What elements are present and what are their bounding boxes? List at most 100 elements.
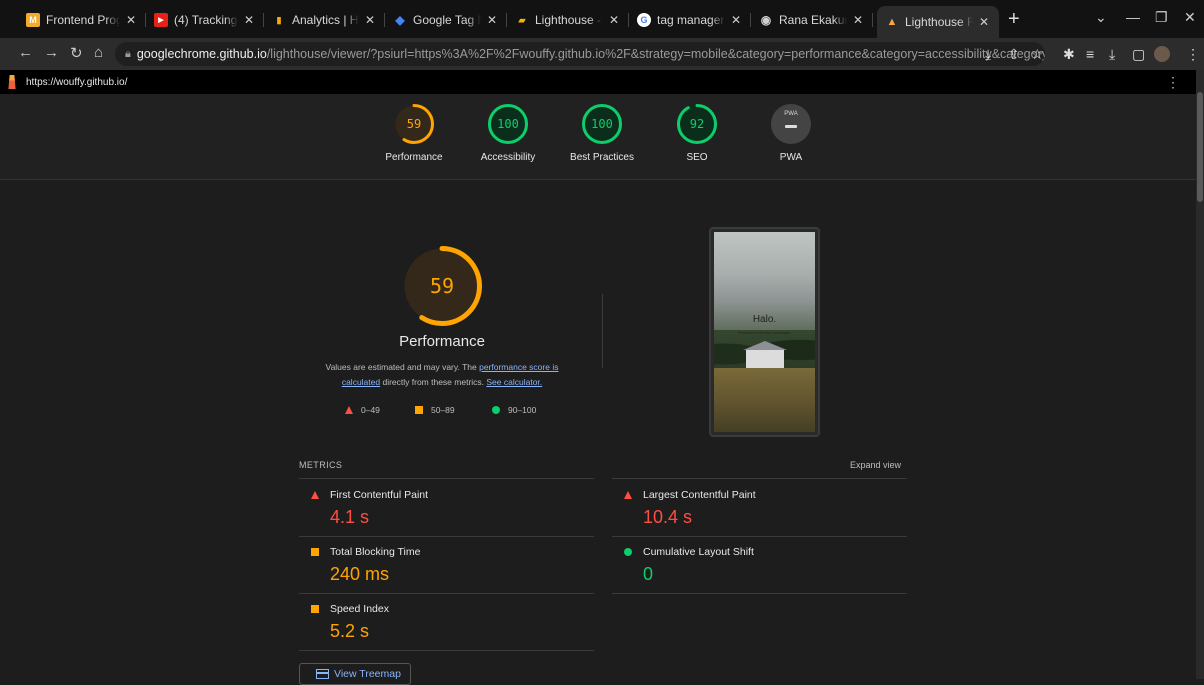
scrollbar-thumb[interactable] bbox=[1197, 92, 1203, 202]
gauge-label: Performance bbox=[385, 152, 443, 163]
performance-score: 59 bbox=[429, 274, 455, 298]
tab-rana[interactable]: ◉ Rana Ekakurnia | ✕ bbox=[751, 6, 873, 34]
view-treemap-label: View Treemap bbox=[334, 668, 401, 680]
tab-title: Google Tag Man bbox=[413, 13, 481, 27]
legend-label: 50–89 bbox=[431, 405, 455, 415]
metrics-header: METRICS Expand view bbox=[299, 460, 901, 474]
gauge-pwa[interactable]: PWA PWA bbox=[741, 104, 841, 163]
gauge-score: 59 bbox=[406, 117, 422, 131]
metric-name: Total Blocking Time bbox=[330, 546, 421, 558]
side-panel-icon[interactable]: ▢ bbox=[1132, 46, 1145, 63]
back-icon[interactable]: ← bbox=[18, 44, 33, 61]
gauge-seo[interactable]: 92 SEO bbox=[647, 104, 747, 163]
home-icon[interactable]: ⌂ bbox=[94, 44, 103, 61]
close-icon[interactable]: ✕ bbox=[729, 13, 743, 27]
tab-title: Analytics | Home bbox=[292, 13, 359, 27]
extensions-icon[interactable]: ✱ bbox=[1063, 46, 1075, 63]
share-icon[interactable]: ⇪ bbox=[1008, 46, 1020, 63]
view-treemap-button[interactable]: View Treemap bbox=[299, 663, 411, 685]
performance-title: Performance bbox=[399, 333, 485, 350]
legend-fail: 0–49 bbox=[345, 405, 380, 415]
reload-icon[interactable]: ↻ bbox=[70, 44, 83, 62]
tab-frontend[interactable]: M Frontend Progra ✕ bbox=[18, 6, 146, 34]
metric-first-contentful-paint: First Contentful Paint 4.1 s bbox=[299, 479, 594, 536]
gauge-best-practices[interactable]: 100 Best Practices bbox=[552, 104, 652, 163]
tab-title: Rana Ekakurnia | bbox=[779, 13, 847, 27]
metric-largest-contentful-paint: Largest Contentful Paint 10.4 s bbox=[612, 479, 907, 536]
metric-name: First Contentful Paint bbox=[330, 489, 429, 501]
expand-view-toggle[interactable]: Expand view bbox=[850, 460, 901, 470]
close-icon[interactable]: ✕ bbox=[977, 15, 991, 29]
toolbar: ← → ↻ ⌂ 🔒︎ googlechrome.github.io/lighth… bbox=[0, 38, 1204, 70]
reading-list-icon[interactable]: ≡ bbox=[1086, 46, 1094, 62]
fail-triangle-icon bbox=[345, 406, 353, 414]
gauge-score: 100 bbox=[497, 117, 519, 131]
tab-google-search[interactable]: G tag manager - G ✕ bbox=[629, 6, 751, 34]
close-icon[interactable]: ✕ bbox=[363, 13, 377, 27]
see-calculator-link[interactable]: See calculator. bbox=[486, 377, 542, 387]
desc-text: directly from these metrics. bbox=[380, 377, 487, 387]
close-icon[interactable]: ✕ bbox=[851, 13, 865, 27]
metric-cumulative-layout-shift: Cumulative Layout Shift 0 bbox=[612, 536, 907, 593]
metric-divider bbox=[299, 650, 594, 651]
screenshot-heading: Halo. bbox=[752, 314, 777, 325]
tab-youtube[interactable]: ▶ (4) Tracking Your ✕ bbox=[146, 6, 264, 34]
install-icon[interactable]: ⤓ bbox=[985, 46, 991, 63]
field-shape bbox=[714, 368, 815, 432]
close-icon[interactable]: ✕ bbox=[607, 13, 621, 27]
tab-title: Frontend Progra bbox=[46, 13, 120, 27]
chrome-menu-icon[interactable]: ⋮ bbox=[1186, 46, 1200, 63]
tab-title: Lighthouse - Chr bbox=[535, 13, 603, 27]
metric-value: 5.2 s bbox=[330, 621, 370, 641]
close-icon[interactable]: ✕ bbox=[242, 13, 256, 27]
tab-lighthouse-chrome[interactable]: ▰ Lighthouse - Chr ✕ bbox=[507, 6, 629, 34]
tag-manager-icon: ◆ bbox=[395, 13, 405, 27]
lighthouse-icon: ▲ bbox=[886, 16, 898, 28]
download-icon[interactable]: ⤓ bbox=[1109, 46, 1115, 63]
minimize-button[interactable]: — bbox=[1126, 9, 1140, 25]
lighthouse-icon: ▰ bbox=[518, 14, 526, 25]
final-screenshot[interactable]: Halo. Portfolio Front End Developer bbox=[709, 227, 820, 437]
lighthouse-logo-icon bbox=[8, 75, 16, 89]
average-square-icon bbox=[311, 605, 319, 613]
address-bar[interactable]: 🔒︎ googlechrome.github.io/lighthouse/vie… bbox=[115, 42, 1045, 66]
new-tab-button[interactable]: + bbox=[1008, 9, 1020, 29]
google-icon: G bbox=[637, 13, 651, 27]
metric-value: 4.1 s bbox=[330, 507, 370, 527]
tab-lighthouse-report[interactable]: ▲ Lighthouse Repo ✕ bbox=[877, 6, 999, 38]
lock-icon[interactable]: 🔒︎ bbox=[125, 48, 131, 61]
bookmark-star-icon[interactable]: ☆ bbox=[1031, 46, 1044, 63]
legend-label: 90–100 bbox=[508, 405, 537, 415]
page-scrollbar[interactable] bbox=[1196, 70, 1204, 679]
screenshot-image: Halo. Portfolio Front End Developer bbox=[714, 232, 815, 432]
report-page-url[interactable]: https://wouffy.github.io/ bbox=[26, 77, 127, 88]
pwa-dash bbox=[785, 125, 797, 128]
tab-favicon-icon: M bbox=[26, 13, 40, 27]
tab-search-icon[interactable]: ⌄ bbox=[1095, 9, 1107, 26]
metric-total-blocking-time: Total Blocking Time 240 ms bbox=[299, 536, 594, 593]
house-shape bbox=[743, 341, 787, 368]
desc-text: Values are estimated and may vary. The bbox=[325, 362, 480, 372]
fail-triangle-icon bbox=[624, 491, 632, 499]
window-close-button[interactable]: ✕ bbox=[1184, 9, 1196, 26]
metrics-title: METRICS bbox=[299, 460, 343, 470]
legend-pass: 90–100 bbox=[492, 405, 536, 415]
gauge-performance[interactable]: 59 Performance bbox=[364, 104, 464, 163]
restore-button[interactable]: ❐ bbox=[1155, 9, 1168, 26]
gauge-accessibility[interactable]: 100 Accessibility bbox=[458, 104, 558, 163]
tab-analytics[interactable]: ▮ Analytics | Home ✕ bbox=[264, 6, 385, 34]
metric-value: 0 bbox=[643, 564, 654, 584]
fail-triangle-icon bbox=[311, 491, 319, 499]
screenshot-subheading: Portfolio Front End Developer bbox=[738, 330, 791, 335]
url-path: /lighthouse/viewer/?psiurl=https%3A%2F%2… bbox=[266, 47, 1045, 61]
close-icon[interactable]: ✕ bbox=[485, 13, 499, 27]
pass-circle-icon bbox=[624, 548, 632, 556]
tab-tag-manager[interactable]: ◆ Google Tag Man ✕ bbox=[385, 6, 507, 34]
metric-divider bbox=[612, 593, 907, 594]
gauge-score: 100 bbox=[591, 117, 613, 131]
close-icon[interactable]: ✕ bbox=[124, 13, 138, 27]
forward-icon[interactable]: → bbox=[44, 44, 59, 61]
avatar[interactable] bbox=[1154, 46, 1170, 62]
report-menu-icon[interactable]: ⋮ bbox=[1166, 74, 1180, 91]
pwa-badge-text: PWA bbox=[784, 111, 798, 117]
